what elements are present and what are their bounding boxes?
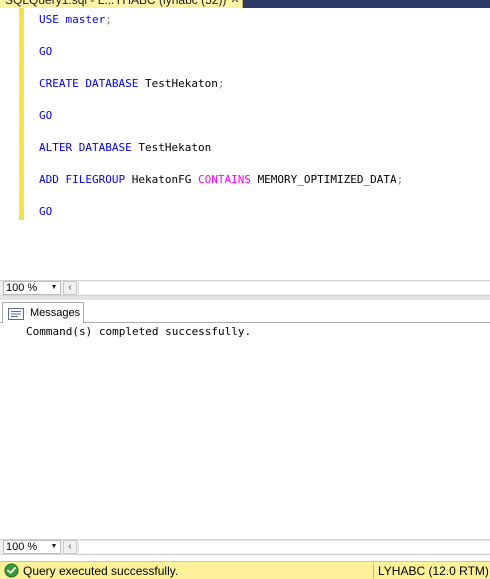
code-line: CREATE DATABASE TestHekaton; — [39, 76, 224, 92]
server-info: LYHABC (12.0 RTM) — [378, 564, 489, 578]
horizontal-scrollbar[interactable] — [78, 282, 490, 294]
sql-identifier: TestHekaton — [138, 141, 212, 154]
selection-margin — [0, 8, 18, 280]
sql-keyword: ADD FILEGROUP — [39, 173, 126, 186]
sql-keyword: CONTAINS — [197, 173, 251, 186]
query-tab-title: SQLQuery1.sql - L...YHABC (lyhabc (52)) — [5, 0, 227, 7]
sql-identifier: MEMORY_OPTIMIZED_DATA — [257, 173, 397, 186]
code-area[interactable]: USE master; GO CREATE DATABASE TestHekat… — [39, 8, 403, 218]
horizontal-scrollbar[interactable] — [78, 541, 490, 553]
change-tracking-bar — [19, 8, 24, 220]
sql-keyword: ALTER DATABASE — [39, 141, 132, 154]
editor-zoom-select[interactable]: 100 % ▼ — [3, 281, 61, 295]
messages-tab-label: Messages — [30, 307, 81, 319]
sql-identifier: TestHekaton — [144, 77, 218, 90]
dropdown-arrow-icon[interactable]: ▼ — [49, 542, 59, 552]
results-zoom-select[interactable]: 100 % ▼ — [3, 540, 61, 554]
scroll-left-icon[interactable]: ‹ — [63, 540, 77, 554]
code-line: GO — [39, 44, 52, 60]
sql-punctuation: ; — [105, 13, 112, 26]
close-icon[interactable]: ✕ — [228, 0, 242, 8]
result-message: Command(s) completed successfully. — [26, 325, 252, 338]
editor-zoom-bar: 100 % ▼ ‹ — [0, 280, 490, 296]
dropdown-arrow-icon[interactable]: ▼ — [49, 283, 59, 293]
sql-keyword: CREATE DATABASE — [39, 77, 139, 90]
code-line: ALTER DATABASE TestHekaton — [39, 140, 211, 156]
status-divider — [373, 563, 374, 578]
messages-icon — [8, 308, 24, 320]
code-line: USE master; — [39, 12, 112, 28]
ssms-query-window: SQLQuery1.sql - L...YHABC (lyhabc (52)) … — [0, 0, 490, 579]
zoom-value: 100 % — [6, 541, 38, 553]
sql-identifier: HekatonFG — [131, 173, 192, 186]
code-line: GO — [39, 204, 52, 220]
sql-identifier: master — [65, 13, 106, 26]
results-zoom-bar: 100 % ▼ ‹ — [0, 539, 490, 555]
code-line: GO — [39, 108, 52, 124]
sql-keyword: GO — [39, 109, 53, 122]
scroll-left-icon[interactable]: ‹ — [63, 281, 77, 295]
tab-messages[interactable]: Messages — [2, 302, 84, 323]
status-text: Query executed successfully. — [23, 564, 179, 578]
success-check-icon — [4, 563, 19, 578]
query-editor[interactable]: USE master; GO CREATE DATABASE TestHekat… — [0, 8, 490, 280]
status-bar: Query executed successfully. LYHABC (12.… — [0, 561, 490, 579]
sql-punctuation: ; — [217, 77, 225, 90]
sql-punctuation: ; — [396, 173, 404, 186]
sql-keyword: GO — [39, 45, 53, 58]
code-line: ADD FILEGROUP HekatonFG CONTAINS MEMORY_… — [39, 172, 403, 188]
messages-pane[interactable]: Command(s) completed successfully. — [0, 323, 490, 539]
zoom-value: 100 % — [6, 282, 38, 294]
document-tab-strip: SQLQuery1.sql - L...YHABC (lyhabc (52)) … — [0, 0, 490, 8]
sql-keyword: GO — [39, 205, 53, 218]
query-tab[interactable]: SQLQuery1.sql - L...YHABC (lyhabc (52)) … — [0, 0, 243, 8]
sql-keyword: USE — [39, 13, 59, 26]
results-tab-strip: Messages — [0, 300, 490, 323]
